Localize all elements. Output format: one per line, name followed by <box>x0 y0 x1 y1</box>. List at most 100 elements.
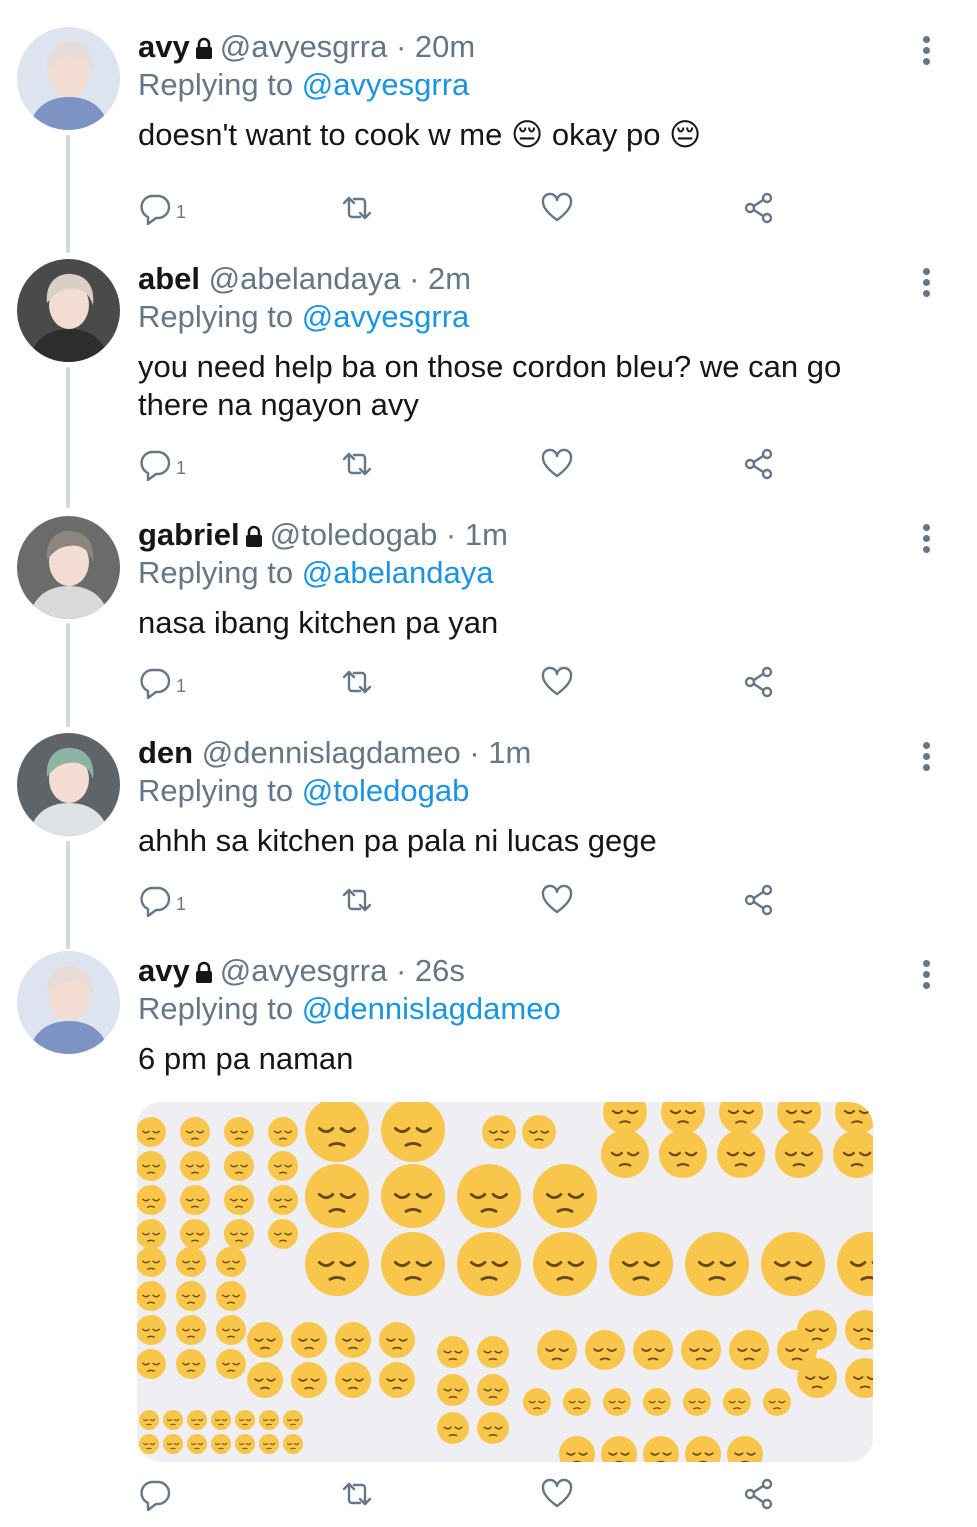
pensive-face-emoji <box>268 1117 298 1147</box>
retweet-button[interactable] <box>340 448 374 484</box>
pensive-face-emoji <box>187 1410 207 1430</box>
tweet-header: avy @avyesgrra · 26s <box>138 953 465 988</box>
pensive-face-emoji <box>633 1330 673 1370</box>
reply-button[interactable]: 1 <box>138 666 186 702</box>
heart-icon <box>540 447 574 486</box>
avatar[interactable] <box>17 733 120 836</box>
avatar[interactable] <box>17 951 120 1054</box>
reply-button[interactable]: 1 <box>138 192 186 228</box>
retweet-button[interactable] <box>340 1478 374 1514</box>
heart-icon <box>540 883 574 922</box>
handle[interactable]: @avyesgrra <box>220 953 388 988</box>
display-name[interactable]: gabriel <box>138 517 240 552</box>
pensive-face-emoji <box>268 1219 298 1249</box>
timestamp[interactable]: 2m <box>428 261 471 296</box>
replying-to-mention[interactable]: @avyesgrra <box>302 299 470 334</box>
retweet-icon <box>340 883 374 922</box>
more-vertical-icon[interactable] <box>923 36 931 66</box>
pensive-face-emoji <box>259 1434 279 1454</box>
pensive-face-emoji <box>335 1322 371 1358</box>
pensive-face-emoji <box>187 1434 207 1454</box>
replying-to: Replying to @avyesgrra <box>138 298 917 336</box>
more-vertical-icon[interactable] <box>923 742 931 772</box>
pensive-face-emoji <box>216 1281 246 1311</box>
handle[interactable]: @dennislagdameo <box>202 735 461 770</box>
replying-to-mention[interactable]: @avyesgrra <box>302 67 470 102</box>
share-button[interactable] <box>742 884 776 920</box>
reply-button[interactable] <box>138 1478 176 1514</box>
display-name[interactable]: abel <box>138 261 200 296</box>
more-vertical-icon[interactable] <box>923 524 931 554</box>
like-button[interactable] <box>540 1478 574 1514</box>
reply-button[interactable]: 1 <box>138 884 186 920</box>
share-button[interactable] <box>742 1478 776 1514</box>
retweet-button[interactable] <box>340 192 374 228</box>
pensive-face-emoji <box>379 1362 415 1398</box>
pensive-face-emoji <box>533 1164 597 1228</box>
tweet-actions <box>138 1478 838 1514</box>
pensive-face-emoji <box>176 1281 206 1311</box>
display-name[interactable]: avy <box>138 29 190 64</box>
like-button[interactable] <box>540 884 574 920</box>
timestamp[interactable]: 20m <box>415 29 475 64</box>
pensive-face-emoji <box>283 1434 303 1454</box>
more-vertical-icon[interactable] <box>923 960 931 990</box>
replying-to-label: Replying to <box>138 67 302 102</box>
like-button[interactable] <box>540 192 574 228</box>
replying-to-mention[interactable]: @abelandaya <box>302 555 494 590</box>
pensive-face-emoji <box>211 1410 231 1430</box>
tweet-text: you need help ba on those cordon bleu? w… <box>138 349 842 422</box>
share-button[interactable] <box>742 448 776 484</box>
pensive-face-emoji <box>224 1219 254 1249</box>
tweet-text: 6 pm pa naman <box>138 1041 354 1076</box>
share-button[interactable] <box>742 666 776 702</box>
more-vertical-icon[interactable] <box>923 268 931 298</box>
share-icon <box>742 1477 776 1516</box>
pensive-face-emoji <box>216 1315 246 1345</box>
tweet-header: avy @avyesgrra · 20m <box>138 29 476 64</box>
replying-to-mention[interactable]: @toledogab <box>302 773 470 808</box>
handle[interactable]: @abelandaya <box>209 261 401 296</box>
pensive-face-emoji <box>224 1185 254 1215</box>
pensive-face-emoji <box>681 1330 721 1370</box>
tweet-header: den @dennislagdameo · 1m <box>138 735 532 770</box>
avatar[interactable] <box>17 516 120 619</box>
pensive-face-emoji <box>163 1410 183 1430</box>
replying-to-mention[interactable]: @dennislagdameo <box>302 991 561 1026</box>
retweet-button[interactable] <box>340 884 374 920</box>
avatar[interactable] <box>17 27 120 130</box>
heart-icon <box>540 1477 574 1516</box>
thread-line <box>66 135 70 253</box>
like-button[interactable] <box>540 448 574 484</box>
pensive-face-emoji <box>137 1117 166 1147</box>
pensive-face-emoji <box>457 1232 521 1296</box>
avatar[interactable] <box>17 259 120 362</box>
display-name[interactable]: avy <box>138 953 190 988</box>
tweet-header: gabriel @toledogab · 1m <box>138 517 508 552</box>
lock-icon <box>194 30 214 59</box>
reply-button[interactable]: 1 <box>138 448 186 484</box>
pensive-face-emoji <box>723 1388 751 1416</box>
timestamp[interactable]: 1m <box>465 517 508 552</box>
like-button[interactable] <box>540 666 574 702</box>
pensive-face-emoji <box>685 1436 721 1462</box>
retweet-button[interactable] <box>340 666 374 702</box>
share-icon <box>742 665 776 704</box>
pensive-face-emoji <box>335 1362 371 1398</box>
pensive-face-emoji <box>437 1374 469 1406</box>
pensive-face-emoji <box>137 1281 166 1311</box>
handle[interactable]: @avyesgrra <box>220 29 388 64</box>
pensive-face-emoji <box>139 1410 159 1430</box>
replying-to: Replying to @toledogab <box>138 772 917 810</box>
media-image[interactable] <box>137 1102 873 1462</box>
replying-to-label: Replying to <box>138 299 302 334</box>
reply-icon <box>138 665 172 704</box>
timestamp[interactable]: 26s <box>415 953 465 988</box>
replying-to-label: Replying to <box>138 773 302 808</box>
pensive-face-emoji <box>661 1102 705 1134</box>
handle[interactable]: @toledogab <box>270 517 438 552</box>
timestamp[interactable]: 1m <box>488 735 531 770</box>
share-button[interactable] <box>742 192 776 228</box>
pensive-face-emoji <box>683 1388 711 1416</box>
display-name[interactable]: den <box>138 735 193 770</box>
